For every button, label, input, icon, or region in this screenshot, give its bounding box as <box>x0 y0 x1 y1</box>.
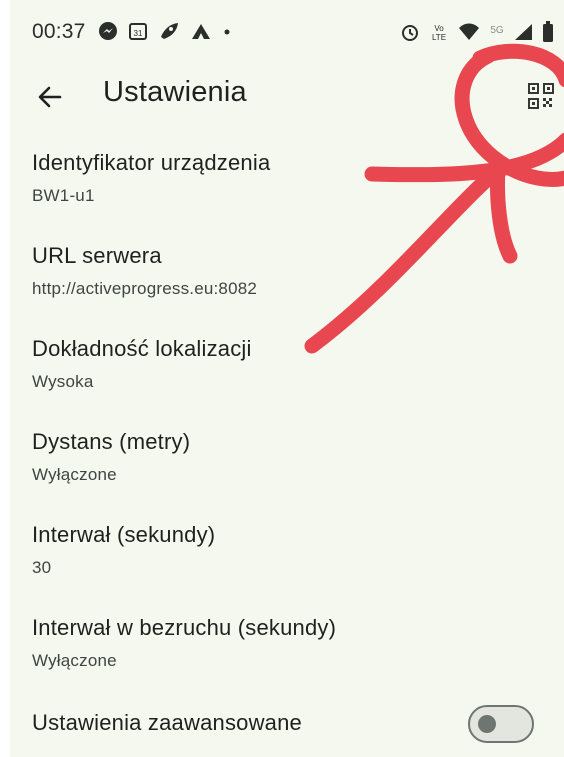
setting-device-id[interactable]: Identyfikator urządzenia BW1-u1 <box>32 150 552 206</box>
calendar-icon: 31 <box>128 21 148 45</box>
setting-server-url[interactable]: URL serwera http://activeprogress.eu:808… <box>32 243 552 299</box>
setting-location-accuracy[interactable]: Dokładność lokalizacji Wysoka <box>32 336 552 392</box>
volte-icon: Vo LTE <box>428 22 450 46</box>
setting-value: http://activeprogress.eu:8082 <box>32 279 258 298</box>
setting-value: BW1-u1 <box>32 186 95 205</box>
back-arrow-icon[interactable] <box>32 79 68 115</box>
signal-icon <box>514 22 534 46</box>
settings-screen: 00:37 31 Vo LTE 5G Ustawienia Identyfika… <box>10 0 564 757</box>
setting-advanced[interactable]: Ustawienia zaawansowane <box>32 710 452 736</box>
dot-icon <box>222 21 232 45</box>
svg-text:LTE: LTE <box>432 33 446 42</box>
setting-value: Wyłączone <box>32 651 117 670</box>
app-bar: Ustawienia <box>10 66 564 130</box>
setting-label: Dokładność lokalizacji <box>32 336 252 361</box>
setting-label: Ustawienia zaawansowane <box>32 710 302 735</box>
status-bar: 00:37 31 Vo LTE 5G <box>10 0 564 64</box>
app-icon <box>190 21 212 45</box>
setting-value: Wysoka <box>32 372 94 391</box>
setting-label: Identyfikator urządzenia <box>32 150 271 175</box>
setting-label: Interwał (sekundy) <box>32 522 216 547</box>
setting-distance[interactable]: Dystans (metry) Wyłączone <box>32 429 552 485</box>
messenger-icon <box>98 21 118 45</box>
setting-interval[interactable]: Interwał (sekundy) 30 <box>32 522 552 578</box>
toggle-knob <box>478 715 496 733</box>
setting-value: 30 <box>32 558 52 577</box>
svg-text:Vo: Vo <box>434 24 444 33</box>
svg-text:31: 31 <box>134 29 143 38</box>
battery-icon <box>542 21 554 47</box>
status-time: 00:37 <box>32 20 86 43</box>
status-right-icons: Vo LTE 5G <box>400 21 554 47</box>
qr-code-scan-icon[interactable] <box>527 82 555 110</box>
advanced-settings-toggle[interactable] <box>468 705 534 743</box>
svg-text:5G: 5G <box>490 25 504 36</box>
5g-icon: 5G <box>488 22 506 46</box>
setting-label: Dystans (metry) <box>32 429 191 454</box>
page-title: Ustawienia <box>103 76 247 108</box>
alarm-icon <box>400 22 420 46</box>
rocket-icon <box>158 21 180 45</box>
setting-stationary-interval[interactable]: Interwał w bezruchu (sekundy) Wyłączone <box>32 615 552 671</box>
setting-label: URL serwera <box>32 243 162 268</box>
setting-value: Wyłączone <box>32 465 117 484</box>
status-left-icons: 31 <box>98 21 232 45</box>
wifi-icon <box>458 22 480 46</box>
setting-label: Interwał w bezruchu (sekundy) <box>32 615 337 640</box>
